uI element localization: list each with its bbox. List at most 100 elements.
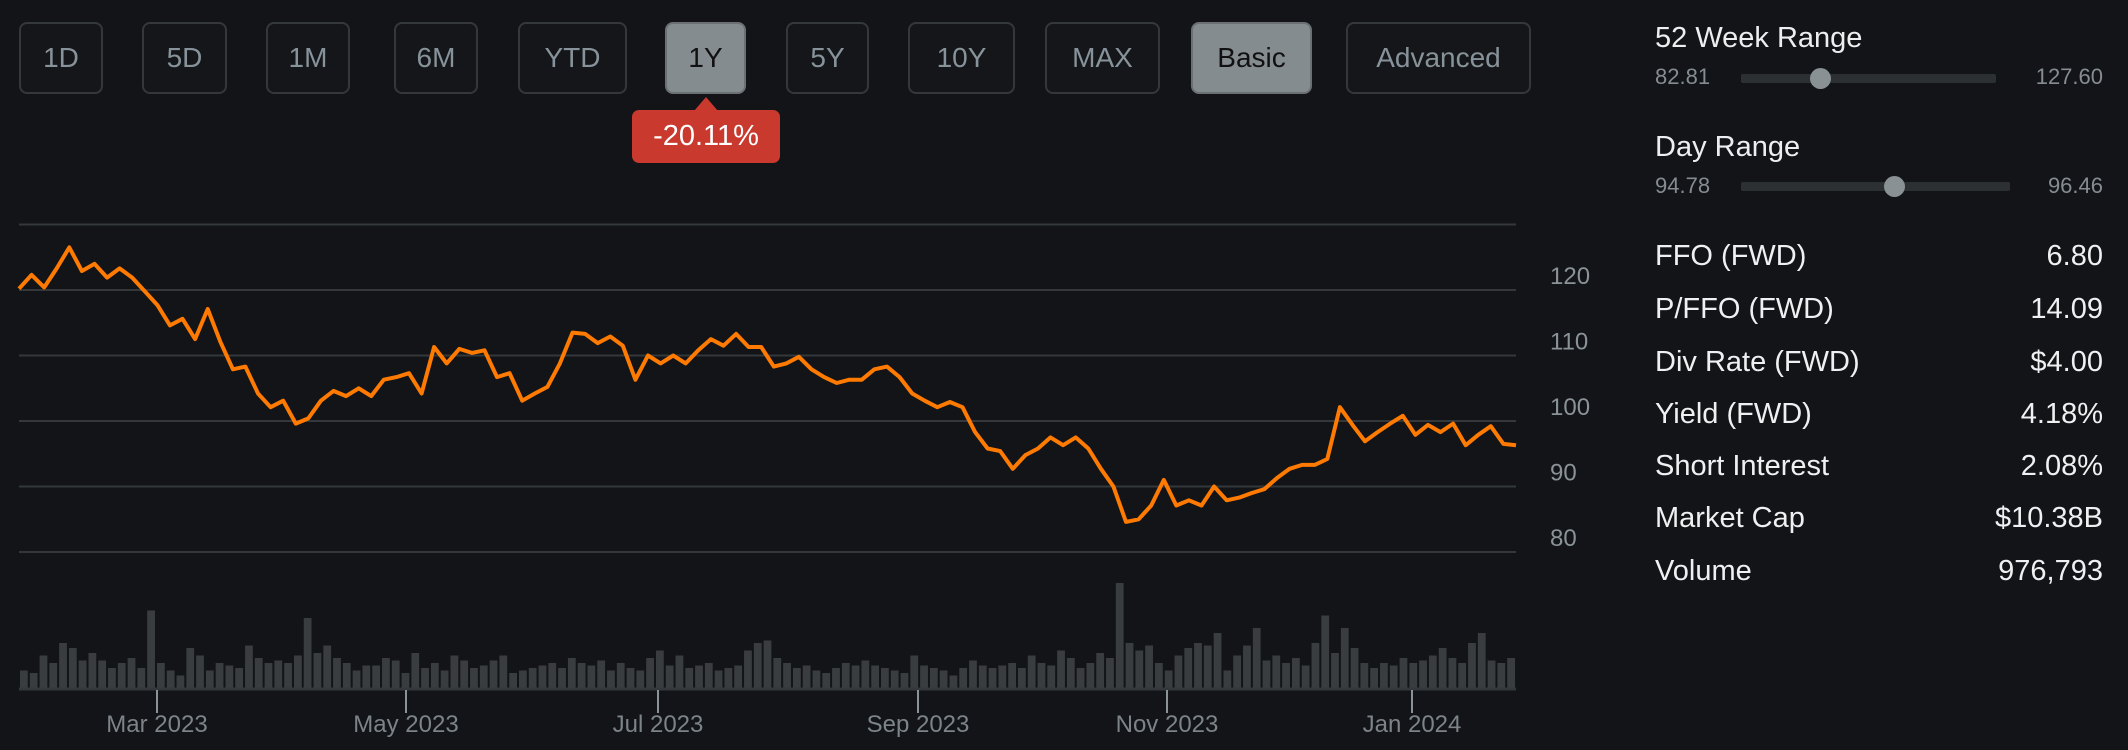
stat-row: FFO (FWD) 6.80 (1655, 240, 2103, 273)
volume-bar (20, 670, 28, 688)
volume-bar (998, 665, 1007, 688)
x-axis-ticks: Mar 2023 May 2023 Jul 2023 Sep 2023 Nov 2023… (106, 690, 1461, 738)
volume-bar (1076, 668, 1085, 688)
volume-bar (1350, 648, 1359, 688)
volume-bar (1135, 650, 1144, 688)
volume-bar (616, 663, 625, 688)
volume-bar (626, 668, 635, 688)
volume-bar (1125, 643, 1134, 688)
volume-bar (1399, 658, 1408, 688)
x-tick-label: Nov 2023 (1116, 711, 1219, 738)
stat-label: Yield (FWD) (1655, 398, 1812, 430)
volume-bar (1164, 670, 1173, 688)
week52-thumb (1810, 68, 1832, 89)
volume-bar (284, 663, 292, 688)
volume-bar (1458, 663, 1467, 688)
volume-bar (900, 673, 909, 688)
x-tick-label: Mar 2023 (106, 711, 207, 738)
volume-bar (1272, 655, 1281, 688)
volume-bar (783, 663, 791, 688)
volume-bar (1145, 645, 1153, 688)
volume-bar (401, 673, 410, 688)
volume-bar (567, 658, 576, 688)
day-range-high: 96.46 (2047, 173, 2103, 198)
volume-bar (1184, 648, 1193, 688)
volume-bar (920, 665, 928, 688)
volume-bar (1311, 643, 1320, 688)
volume-bar (1468, 643, 1476, 688)
volume-bar (313, 653, 322, 688)
volume-bar (1291, 658, 1300, 688)
volume-bar (832, 668, 840, 688)
volume-bar (440, 670, 449, 688)
volume-bar (910, 655, 919, 688)
volume-bar (215, 663, 224, 688)
volume-bar (929, 668, 938, 688)
volume-bar (528, 668, 537, 688)
week52-high: 127.60 (2035, 64, 2103, 89)
volume-bar (1497, 663, 1506, 688)
volume-bar (685, 668, 694, 688)
volume-bar (176, 675, 185, 688)
volume-bar (1370, 668, 1379, 688)
volume-bar (49, 663, 58, 688)
volume-bar (988, 668, 997, 688)
volume-bar (460, 660, 469, 688)
volume-bar (59, 643, 67, 688)
y-tick-label: 110 (1550, 329, 1588, 356)
volume-bar (68, 648, 77, 688)
volume-bar (792, 668, 801, 688)
volume-bar (1419, 660, 1427, 688)
volume-bar (734, 665, 743, 688)
week52-slider (1741, 68, 1996, 89)
volume-bar (1477, 633, 1486, 688)
volume-bar (812, 670, 821, 688)
volume-bar (156, 663, 165, 688)
volume-bar (1223, 670, 1232, 688)
volume-bar (78, 660, 87, 688)
volume-bar (1340, 628, 1349, 688)
price-line (17, 245, 1517, 524)
day-range-title: Day Range (1655, 131, 1801, 163)
volume-bar (137, 668, 146, 688)
week52-title: 52 Week Range (1655, 22, 1863, 54)
volume-bar (1233, 655, 1242, 688)
volume-bar (1438, 648, 1447, 688)
volume-bar (538, 665, 547, 688)
volume-bar (254, 658, 263, 688)
stat-value: 2.08% (2020, 450, 2103, 482)
volume-bar (939, 670, 948, 688)
volume-bar (1047, 665, 1056, 688)
volume-bar (1487, 660, 1496, 688)
volume-bar (362, 665, 371, 688)
volume-bar (1037, 663, 1046, 688)
y-tick-label: 90 (1550, 460, 1577, 487)
stat-label: Div Rate (FWD) (1655, 346, 1860, 378)
price-chart[interactable]: 120 110 100 90 80 Mar 2023 May 2023 Jul 2023 Se… (0, 0, 1600, 750)
volume-bar (548, 663, 557, 688)
volume-bar (558, 668, 566, 688)
volume-bar (1389, 665, 1398, 688)
y-axis-ticks: 120 110 100 90 80 (1550, 263, 1590, 552)
volume-bar (108, 668, 116, 688)
volume-bar (577, 663, 586, 688)
stat-row: P/FFO (FWD) 14.09 (1655, 293, 2103, 326)
volume-bar (519, 670, 527, 688)
volume-bar (675, 655, 684, 688)
volume-bar (88, 653, 97, 688)
volume-bar (1066, 658, 1075, 688)
volume-bar (98, 660, 107, 688)
volume-bar (890, 670, 899, 688)
day-range-low: 94.78 (1655, 173, 1711, 198)
volume-bar (1448, 658, 1457, 688)
volume-bar (636, 670, 645, 688)
volume-bar (1018, 668, 1026, 688)
volume-bar (1282, 663, 1290, 688)
volume-bar (949, 675, 958, 688)
volume-bar (695, 665, 703, 688)
y-tick-label: 120 (1550, 263, 1590, 290)
volume-bar (225, 665, 234, 688)
volume-bar (235, 668, 244, 688)
volume-bar (186, 648, 195, 688)
volume-bar (352, 670, 361, 688)
